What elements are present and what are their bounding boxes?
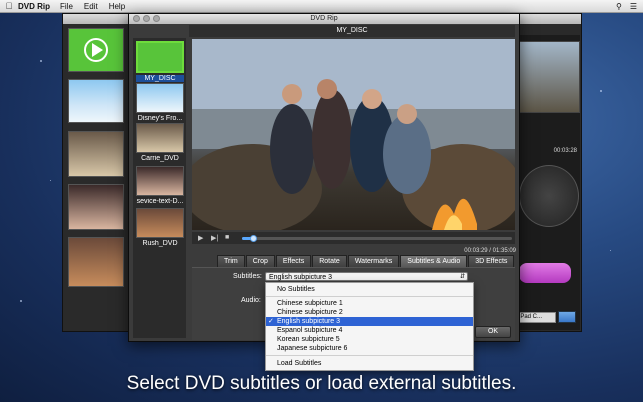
- disc-name-label: MY_DISC: [189, 25, 515, 37]
- time-display: 00:03:29 / 01:35:09: [464, 248, 516, 254]
- menu-item-chinese-2[interactable]: Chinese subpicture 2: [266, 308, 473, 317]
- play-icon: [84, 38, 108, 62]
- film-reel-icon: [519, 165, 579, 227]
- menu-item-chinese-1[interactable]: Chinese subpicture 1: [266, 299, 473, 308]
- main-window-preview-pane: 00:03:28 iPad C...: [517, 35, 580, 330]
- menu-separator: [266, 296, 473, 297]
- sidebar-item-my-disc[interactable]: MY_DISC: [136, 41, 184, 82]
- menu-item-korean-5[interactable]: Korean subpicture 5: [266, 335, 473, 344]
- next-frame-icon[interactable]: ▶|: [211, 234, 218, 242]
- thumbnail-carrie[interactable]: [68, 131, 124, 177]
- menu-help[interactable]: Help: [109, 2, 125, 11]
- sidebar-item-label: sevice-text-D...: [136, 198, 184, 205]
- thumbnail-frozen[interactable]: [68, 79, 124, 123]
- menu-item-no-subtitles[interactable]: No Subtitles: [266, 285, 473, 294]
- title-sidebar: MY_DISC Disney's Fro... Carrie_DVD sevic…: [133, 38, 186, 338]
- list-icon[interactable]: ☰: [630, 2, 637, 11]
- sidebar-item-label: MY_DISC: [136, 75, 184, 82]
- zoom-icon[interactable]: [153, 15, 160, 22]
- app-menu[interactable]: DVD Rip: [18, 2, 50, 11]
- play-icon[interactable]: ▶: [198, 234, 203, 242]
- folder-icon[interactable]: [558, 311, 576, 323]
- subtitles-select-value: English subpicture 3: [269, 274, 333, 281]
- video-preview: [192, 39, 515, 230]
- sidebar-item-rush[interactable]: Rush_DVD: [136, 208, 184, 247]
- audio-label: Audio:: [241, 297, 261, 304]
- chevron-updown-icon: ⇵: [459, 274, 465, 280]
- menu-edit[interactable]: Edit: [84, 2, 98, 11]
- progress-slider-knob[interactable]: [250, 235, 257, 242]
- playback-controls: ▶ ▶| ■: [192, 232, 515, 244]
- sidebar-item-label: Rush_DVD: [142, 240, 178, 247]
- thumbnail-service[interactable]: [68, 184, 124, 230]
- ok-button[interactable]: OK: [475, 326, 511, 338]
- minimize-icon[interactable]: [143, 15, 150, 22]
- subtitles-select[interactable]: English subpicture 3 ⇵: [265, 272, 468, 281]
- subtitles-dropdown-menu: No Subtitles Chinese subpicture 1 Chines…: [265, 282, 474, 371]
- search-icon[interactable]: ⚲: [616, 2, 622, 11]
- menu-item-english-3[interactable]: ✓ English subpicture 3: [266, 317, 473, 326]
- menu-item-label: English subpicture 3: [277, 318, 341, 325]
- apple-menu-icon[interactable]: : [0, 1, 18, 11]
- preview-time: 00:03:28: [553, 148, 577, 154]
- thumbnail-disc[interactable]: [68, 28, 124, 72]
- sidebar-item-carrie[interactable]: Carrie_DVD: [136, 123, 184, 162]
- sidebar-item-service[interactable]: sevice-text-D...: [136, 166, 184, 205]
- menu-item-load-subtitles[interactable]: Load Subtitles: [266, 359, 473, 368]
- sidebar-item-frozen[interactable]: Disney's Fro...: [136, 83, 184, 122]
- window-controls: [133, 15, 160, 22]
- progress-slider[interactable]: [242, 237, 512, 240]
- promo-caption: Select DVD subtitles or load external su…: [126, 373, 517, 394]
- subtitles-label: Subtitles:: [233, 273, 262, 280]
- dialog-title: DVD Rip: [129, 14, 519, 24]
- menu-item-japanese-6[interactable]: Japanese subpicture 6: [266, 344, 473, 353]
- menu-item-espanol-4[interactable]: Espanol subpicture 4: [266, 326, 473, 335]
- sidebar-item-label: Disney's Fro...: [137, 115, 183, 122]
- stop-icon[interactable]: ■: [225, 234, 229, 241]
- preview-thumbnail: [519, 41, 580, 113]
- convert-button[interactable]: [519, 263, 571, 283]
- checkmark-icon: ✓: [268, 318, 274, 325]
- video-frame-image: [192, 39, 515, 230]
- menu-bar:  DVD Rip File Edit Help ⚲ ☰: [0, 0, 643, 13]
- menu-file[interactable]: File: [60, 2, 73, 11]
- output-format-select[interactable]: iPad C...: [518, 312, 556, 323]
- close-icon[interactable]: [133, 15, 140, 22]
- sidebar-item-label: Carrie_DVD: [141, 155, 179, 162]
- menu-separator: [266, 355, 473, 356]
- thumbnail-rush[interactable]: [68, 237, 124, 287]
